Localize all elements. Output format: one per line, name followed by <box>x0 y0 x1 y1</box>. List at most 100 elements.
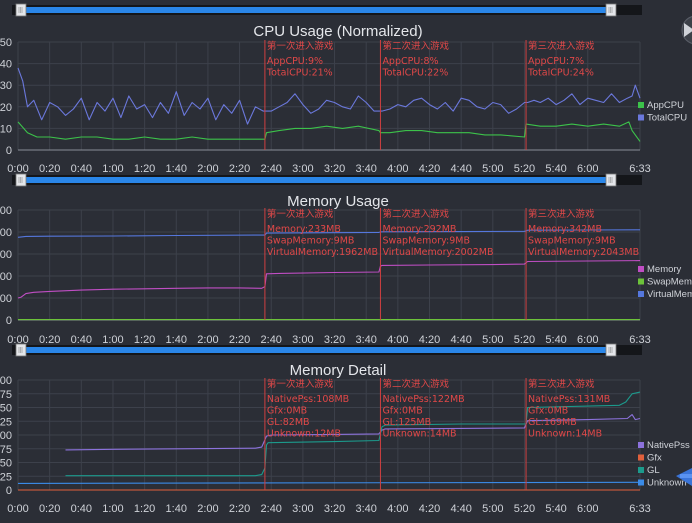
x-tick-label: 3:20 <box>324 163 345 175</box>
play-button-icon[interactable] <box>681 16 692 44</box>
x-tick-label: 3:20 <box>324 334 345 346</box>
chart-panel-3: Memory Detail025507500255075000:00 0:20 0:… <box>0 362 690 515</box>
x-tick-label: 5:40 <box>545 163 566 175</box>
slider-handle-left[interactable] <box>15 3 27 17</box>
x-tick-label: 5:00 <box>482 163 503 175</box>
x-tick-label: 3:40 <box>355 163 376 175</box>
performance-dashboard: CPU Usage (Normalized) 0 10 20 30 40 50 0:00 0:2… <box>0 0 692 523</box>
x-tick-label: 0:40 <box>71 503 92 515</box>
event-label: 第二次进入游戏 <box>382 378 449 390</box>
y-tick-label: 25 <box>0 416 12 428</box>
y-tick-label: 00 <box>0 375 12 387</box>
x-tick-label: 4:40 <box>450 334 471 346</box>
x-tick-label: 0:40 <box>71 163 92 175</box>
y-tick-label: 00 <box>0 205 12 217</box>
legend-swatch-memory <box>638 266 644 272</box>
legend-label: VirtualMemory <box>647 289 692 300</box>
y-tick-label: 0 <box>6 485 12 497</box>
slider-handle-left[interactable] <box>15 343 27 357</box>
x-tick-label: 6:33 <box>629 503 650 515</box>
event-annotation-text: TotalCPU:24% <box>527 68 594 79</box>
y-tick-label: 0 <box>6 145 12 157</box>
x-tick-label: 6:00 <box>577 163 598 175</box>
x-tick-label: 3:40 <box>355 503 376 515</box>
event-label: 第一次进入游戏 <box>267 40 334 52</box>
event-annotation-text: SwapMemory:9MB <box>528 236 616 247</box>
x-tick-label: 0:20 <box>39 334 60 346</box>
event-annotation-text: NativePss:108MB <box>267 394 349 405</box>
legend-swatch-unknown <box>638 479 644 486</box>
x-tick-label: 2:40 <box>261 503 282 515</box>
event-annotation-text: GL:169MB <box>528 417 577 428</box>
event-annotation-text: Unknown:14MB <box>382 429 456 440</box>
x-tick-label: 1:40 <box>166 163 187 175</box>
x-tick-label: 2:20 <box>229 503 250 515</box>
x-tick-label: 5:20 <box>514 503 535 515</box>
event-annotation-text: SwapMemory:9MB <box>267 236 355 247</box>
y-tick-label: 25 <box>0 471 12 483</box>
slider-handle-right[interactable] <box>605 3 617 17</box>
x-tick-label: 4:00 <box>387 334 408 346</box>
event-annotation-text: Gfx:0MB <box>382 406 422 417</box>
x-tick-label: 3:00 <box>292 334 313 346</box>
x-tick-label: 4:00 <box>387 503 408 515</box>
legend-label: TotalCPU <box>647 113 687 124</box>
event-annotation-text: NativePss:131MB <box>528 394 610 405</box>
x-tick-label: 4:40 <box>450 163 471 175</box>
series-line-appcpu <box>17 121 641 142</box>
chart-legend: AppCPU TotalCPU <box>638 100 687 124</box>
range-slider-3[interactable] <box>12 343 642 357</box>
event-annotation-text: Memory:342MB <box>528 224 602 235</box>
event-label: 第二次进入游戏 <box>382 40 449 52</box>
y-tick-label: 50 <box>0 458 12 470</box>
x-tick-label: 5:20 <box>514 334 535 346</box>
x-tick-label: 1:40 <box>166 503 187 515</box>
legend-swatch-totalcpu <box>638 114 644 121</box>
x-tick-label: 1:20 <box>134 163 155 175</box>
chart-title: Memory Usage <box>287 193 389 210</box>
x-tick-label: 2:00 <box>197 163 218 175</box>
y-tick-label: 75 <box>0 389 12 401</box>
event-annotation-text: VirtualMemory:2002MB <box>382 247 493 258</box>
chart-legend: NativePss GfxGL Unknown <box>638 440 690 489</box>
legend-label: Unknown <box>647 478 687 489</box>
y-tick-label: 30 <box>0 80 12 92</box>
event-annotation-text: AppCPU:7% <box>528 56 584 67</box>
x-tick-label: 3:00 <box>292 163 313 175</box>
slider-range-fill <box>26 177 606 183</box>
x-tick-label: 4:00 <box>387 163 408 175</box>
legend-swatch-gfx <box>638 454 644 461</box>
x-tick-label: 1:00 <box>102 334 123 346</box>
charts-canvas: CPU Usage (Normalized) 0 10 20 30 40 50 0:00 0:2… <box>0 3 692 515</box>
x-tick-label: 5:00 <box>482 334 503 346</box>
x-tick-label: 2:20 <box>229 163 250 175</box>
x-tick-label: 0:20 <box>39 163 60 175</box>
y-tick-label: 10 <box>0 123 12 135</box>
y-tick-label: 20 <box>0 102 12 114</box>
y-tick-label: 00 <box>0 249 12 261</box>
slider-handle-right[interactable] <box>605 173 617 187</box>
legend-label: Memory <box>647 264 682 275</box>
range-slider-2[interactable] <box>12 173 642 187</box>
x-tick-label: 2:40 <box>261 163 282 175</box>
legend-swatch-swapmemory <box>638 278 644 285</box>
event-annotation-text: VirtualMemory:2043MB <box>528 247 639 258</box>
slider-handle-right[interactable] <box>605 343 617 357</box>
event-annotation-text: AppCPU:8% <box>382 56 438 67</box>
event-label: 第二次进入游戏 <box>382 208 449 220</box>
legend-label: Gfx <box>647 453 662 464</box>
series-line-unknown <box>17 481 641 484</box>
legend-label: NativePss <box>647 440 690 451</box>
x-tick-label: 0:00 <box>7 503 28 515</box>
x-tick-label: 0:40 <box>71 334 92 346</box>
legend-swatch-appcpu <box>638 102 644 108</box>
event-label: 第三次进入游戏 <box>528 378 595 390</box>
x-tick-label: 6:00 <box>577 334 598 346</box>
y-tick-label: 50 <box>0 403 12 415</box>
x-tick-label: 2:00 <box>197 334 218 346</box>
event-annotation-text: AppCPU:9% <box>267 56 323 67</box>
legend-swatch-nativepss <box>638 442 644 448</box>
y-tick-label: 0 <box>6 315 12 327</box>
range-slider-1[interactable] <box>12 3 642 17</box>
slider-handle-left[interactable] <box>15 173 27 187</box>
